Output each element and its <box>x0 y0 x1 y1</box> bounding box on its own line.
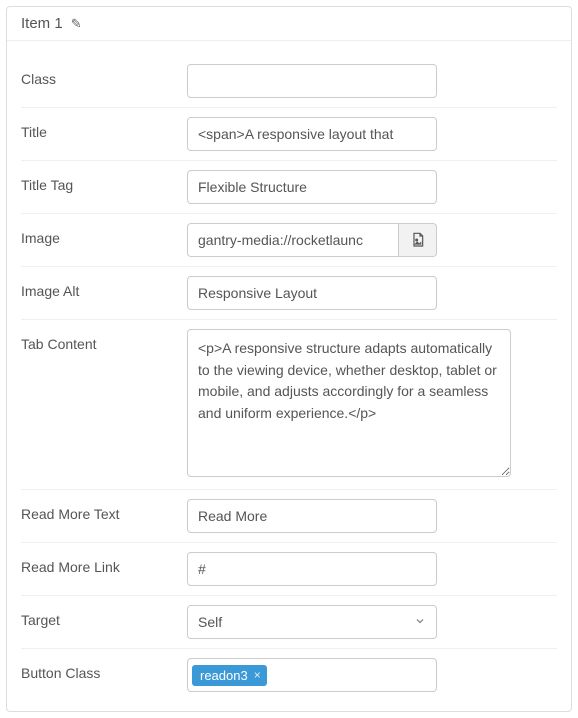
item-panel: Item 1 ✎ Class Title Title Tag Image <box>6 6 572 712</box>
field-row-read-more-text: Read More Text <box>21 490 557 543</box>
title-tag-input[interactable] <box>187 170 437 204</box>
target-select-value: Self <box>198 614 222 630</box>
tag-label: readon3 <box>200 668 248 683</box>
label-image: Image <box>21 223 171 246</box>
title-input[interactable] <box>187 117 437 151</box>
chevron-down-icon <box>414 614 426 630</box>
label-image-alt: Image Alt <box>21 276 171 299</box>
label-target: Target <box>21 605 171 628</box>
field-row-image-alt: Image Alt <box>21 267 557 320</box>
image-picker-button[interactable] <box>399 223 437 257</box>
label-button-class: Button Class <box>21 658 171 681</box>
label-tab-content: Tab Content <box>21 329 171 352</box>
field-row-title-tag: Title Tag <box>21 161 557 214</box>
tag-item: readon3 × <box>192 665 267 686</box>
label-title: Title <box>21 117 171 140</box>
read-more-link-input[interactable] <box>187 552 437 586</box>
tag-remove-icon[interactable]: × <box>254 668 261 682</box>
panel-header: Item 1 ✎ <box>7 7 571 41</box>
class-input[interactable] <box>187 64 437 98</box>
panel-body: Class Title Title Tag Image <box>7 41 571 711</box>
target-select[interactable]: Self <box>187 605 437 639</box>
field-row-target: Target Self <box>21 596 557 649</box>
read-more-text-input[interactable] <box>187 499 437 533</box>
label-class: Class <box>21 64 171 87</box>
label-read-more-text: Read More Text <box>21 499 171 522</box>
field-row-image: Image <box>21 214 557 267</box>
panel-title: Item 1 <box>21 15 63 32</box>
field-row-title: Title <box>21 108 557 161</box>
field-row-class: Class <box>21 55 557 108</box>
field-row-tab-content: Tab Content <box>21 320 557 490</box>
image-input[interactable] <box>187 223 399 257</box>
button-class-tags[interactable]: readon3 × <box>187 658 437 692</box>
file-image-icon <box>410 232 426 248</box>
image-alt-input[interactable] <box>187 276 437 310</box>
tab-content-textarea[interactable] <box>187 329 511 477</box>
edit-icon[interactable]: ✎ <box>71 16 82 32</box>
field-row-button-class: Button Class readon3 × <box>21 649 557 701</box>
field-row-read-more-link: Read More Link <box>21 543 557 596</box>
label-read-more-link: Read More Link <box>21 552 171 575</box>
image-input-group <box>187 223 437 257</box>
label-title-tag: Title Tag <box>21 170 171 193</box>
